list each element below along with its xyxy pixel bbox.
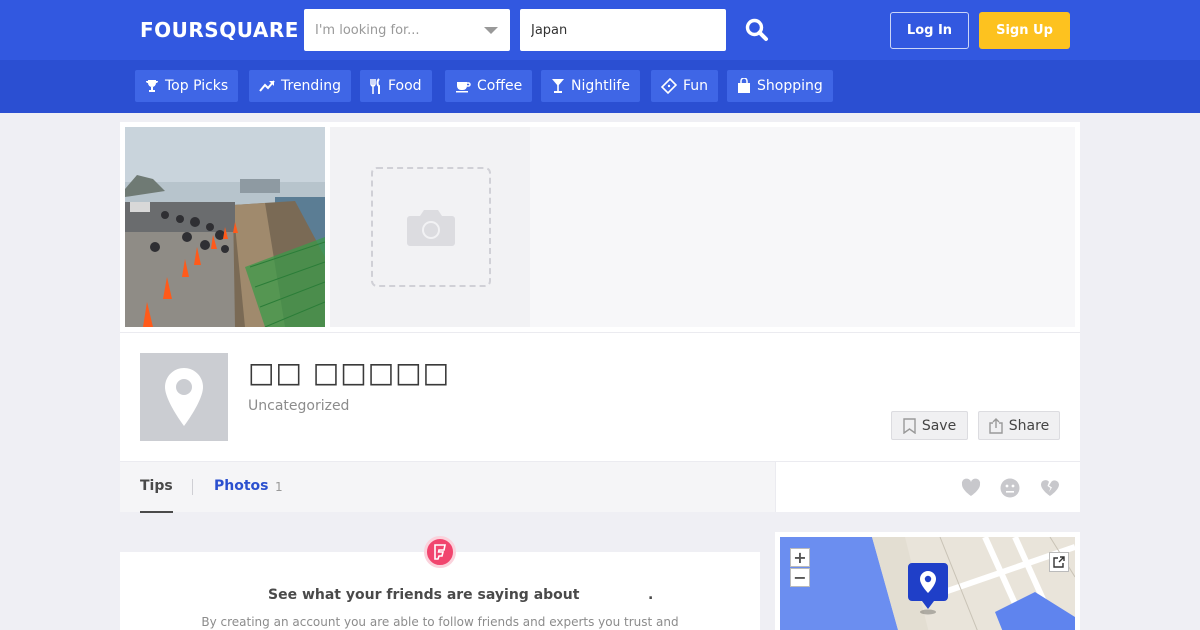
map-expand-icon[interactable] <box>1049 552 1069 572</box>
neutral-face-icon[interactable] <box>999 477 1021 499</box>
location-pin-icon <box>165 368 203 426</box>
foursquare-badge-icon <box>424 536 456 568</box>
search-near-field[interactable] <box>520 9 726 51</box>
category-shopping[interactable]: Shopping <box>727 70 833 102</box>
location-input[interactable] <box>520 9 710 51</box>
add-photo-placeholder[interactable] <box>330 127 530 327</box>
login-button[interactable]: Log In <box>890 12 969 49</box>
category-food[interactable]: Food <box>360 70 432 102</box>
venue-photo[interactable] <box>125 127 325 327</box>
category-label: Food <box>388 78 422 94</box>
dropdown-caret-icon[interactable] <box>484 27 498 34</box>
divider <box>120 332 1080 333</box>
top-navigation-bar: FOURSQUARE Log In Sign Up <box>0 0 1200 60</box>
venue-category[interactable]: Uncategorized <box>248 398 349 414</box>
map-zoom-in-button[interactable]: + <box>790 548 810 567</box>
tips-heading-end: . <box>648 587 654 603</box>
share-icon <box>989 417 1003 434</box>
ticket-icon <box>661 78 677 94</box>
save-button[interactable]: Save <box>891 411 968 440</box>
trending-icon <box>259 80 275 92</box>
venue-map[interactable]: + − <box>780 537 1075 630</box>
coffee-cup-icon <box>456 82 471 93</box>
shopping-bag-icon <box>738 78 750 93</box>
tips-description: By creating an account you are able to f… <box>201 615 679 629</box>
cocktail-icon <box>552 79 564 93</box>
category-label: Top Picks <box>165 78 229 94</box>
category-label: Coffee <box>477 78 523 94</box>
add-photo-dropzone[interactable] <box>371 167 491 287</box>
category-top-picks[interactable]: Top Picks <box>135 70 239 102</box>
bookmark-icon <box>903 417 916 434</box>
venue-tabs: Tips Photos 1 <box>120 461 775 513</box>
tips-heading: See what your friends are saying about <box>268 587 580 603</box>
category-label: Fun <box>683 78 709 94</box>
category-label: Trending <box>281 78 341 94</box>
map-marker-icon[interactable] <box>906 561 950 615</box>
camera-icon <box>407 210 455 246</box>
category-label: Shopping <box>757 78 823 94</box>
category-coffee[interactable]: Coffee <box>445 70 533 102</box>
search-what-field[interactable] <box>304 9 510 51</box>
venue-name: □□ □□□□□ <box>248 356 451 389</box>
category-trending[interactable]: Trending <box>249 70 351 102</box>
like-heart-icon[interactable] <box>960 477 982 499</box>
share-label: Share <box>1008 417 1050 434</box>
map-panel: + − <box>775 532 1080 630</box>
tab-photos[interactable]: Photos <box>214 462 269 513</box>
trophy-icon <box>146 80 158 92</box>
foursquare-logo[interactable]: FOURSQUARE <box>140 18 299 42</box>
category-bar: Top Picks Trending Food Coffee Nightlife… <box>0 60 1200 113</box>
photo-strip-empty <box>530 127 1075 327</box>
search-icon[interactable] <box>744 17 770 43</box>
search-input[interactable] <box>304 9 474 51</box>
share-button[interactable]: Share <box>978 411 1060 440</box>
broken-heart-icon[interactable] <box>1039 477 1061 499</box>
category-fun[interactable]: Fun <box>651 70 719 102</box>
photos-count: 1 <box>275 480 283 494</box>
save-label: Save <box>921 417 957 434</box>
category-label: Nightlife <box>571 78 630 94</box>
fork-knife-icon <box>370 78 380 94</box>
venue-card: □□ □□□□□ Uncategorized Save Share Tips P… <box>120 122 1080 513</box>
signup-button[interactable]: Sign Up <box>979 12 1070 49</box>
tab-tips[interactable]: Tips <box>140 462 173 513</box>
map-zoom-out-button[interactable]: − <box>790 568 810 587</box>
category-nightlife[interactable]: Nightlife <box>541 70 640 102</box>
venue-category-icon <box>140 353 228 441</box>
tab-separator <box>192 479 193 495</box>
rating-buttons <box>775 461 1080 512</box>
